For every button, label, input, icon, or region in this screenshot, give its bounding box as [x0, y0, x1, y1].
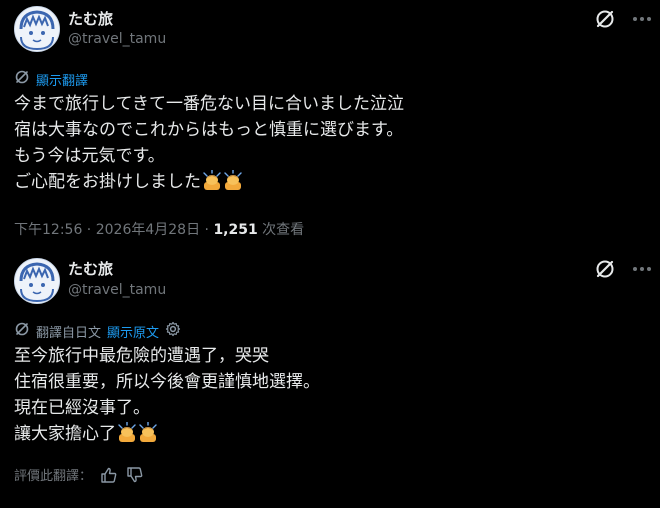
views-count: 1,251: [213, 222, 258, 238]
post-text: 今まで旅行してきて一番危ない目に合いました泣泣 宿は大事なのでこれからはもっと慎…: [14, 91, 404, 195]
show-original-link[interactable]: 顯示原文: [107, 322, 159, 341]
grok-icon[interactable]: [594, 8, 616, 30]
rate-translation-label: 評價此翻譯：: [14, 469, 93, 484]
post-line-with-emoji: ご心配をお掛けしました: [14, 169, 404, 195]
user-handle[interactable]: @travel_tamu: [68, 31, 166, 47]
separator: ·: [82, 222, 96, 238]
more-options-icon[interactable]: [630, 8, 654, 30]
translation-info-row: 翻譯自日文 顯示原文: [14, 321, 181, 341]
post-date[interactable]: 2026年4月28日: [96, 222, 200, 238]
original-post: たむ旅 @travel_tamu 顯示翻譯 今まで旅行してきて一番危ない目に合い…: [0, 0, 660, 250]
translated-line-with-emoji: 讓大家擔心了: [14, 421, 320, 447]
person-bowing-emoji: [138, 422, 158, 442]
more-options-icon[interactable]: [630, 258, 654, 280]
show-translation-link[interactable]: 顯示翻譯: [36, 70, 88, 89]
person-bowing-emoji: [223, 170, 243, 190]
avatar[interactable]: [14, 258, 60, 304]
translated-text: 至今旅行中最危險的遭遇了，哭哭 住宿很重要，所以今後會更謹慎地選擇。 現在已經沒…: [14, 343, 320, 447]
post-line: 今まで旅行してきて一番危ない目に合いました泣泣: [14, 94, 404, 114]
display-name[interactable]: たむ旅: [68, 258, 113, 279]
translated-line: 至今旅行中最危險的遭遇了，哭哭: [14, 346, 269, 366]
translated-post: たむ旅 @travel_tamu 翻譯自日文 顯示原文 至今旅行中最危險的遭遇了…: [0, 250, 660, 508]
post-metadata: 下午12:56 · 2026年4月28日 · 1,251 次查看: [14, 219, 304, 239]
grok-icon[interactable]: [594, 258, 616, 280]
post-time[interactable]: 下午12:56: [14, 222, 82, 238]
translate-icon: [14, 69, 30, 89]
translated-line: 住宿很重要，所以今後會更謹慎地選擇。: [14, 372, 320, 392]
translated-line: 現在已經沒事了。: [14, 398, 150, 418]
post-line: もう今は元気です。: [14, 146, 165, 166]
thumbs-up-icon[interactable]: [100, 466, 118, 484]
post-line: ご心配をお掛けしました: [14, 172, 201, 192]
person-bowing-emoji: [202, 170, 222, 190]
display-name[interactable]: たむ旅: [68, 8, 113, 29]
separator: ·: [200, 222, 214, 238]
translated-from-label: 翻譯自日文: [36, 325, 102, 341]
views-label: 次查看: [257, 222, 305, 238]
show-translation-row[interactable]: 顯示翻譯: [14, 69, 88, 89]
post-line: 宿は大事なのでこれからはもっと慎重に選びます。: [14, 120, 404, 140]
rate-translation-row: 評價此翻譯：: [14, 465, 144, 484]
person-bowing-emoji: [117, 422, 137, 442]
translate-icon: [14, 321, 30, 341]
gear-icon[interactable]: [165, 321, 181, 341]
avatar[interactable]: [14, 6, 60, 52]
thumbs-down-icon[interactable]: [126, 466, 144, 484]
translated-line: 讓大家擔心了: [14, 424, 116, 444]
user-handle[interactable]: @travel_tamu: [68, 282, 166, 298]
